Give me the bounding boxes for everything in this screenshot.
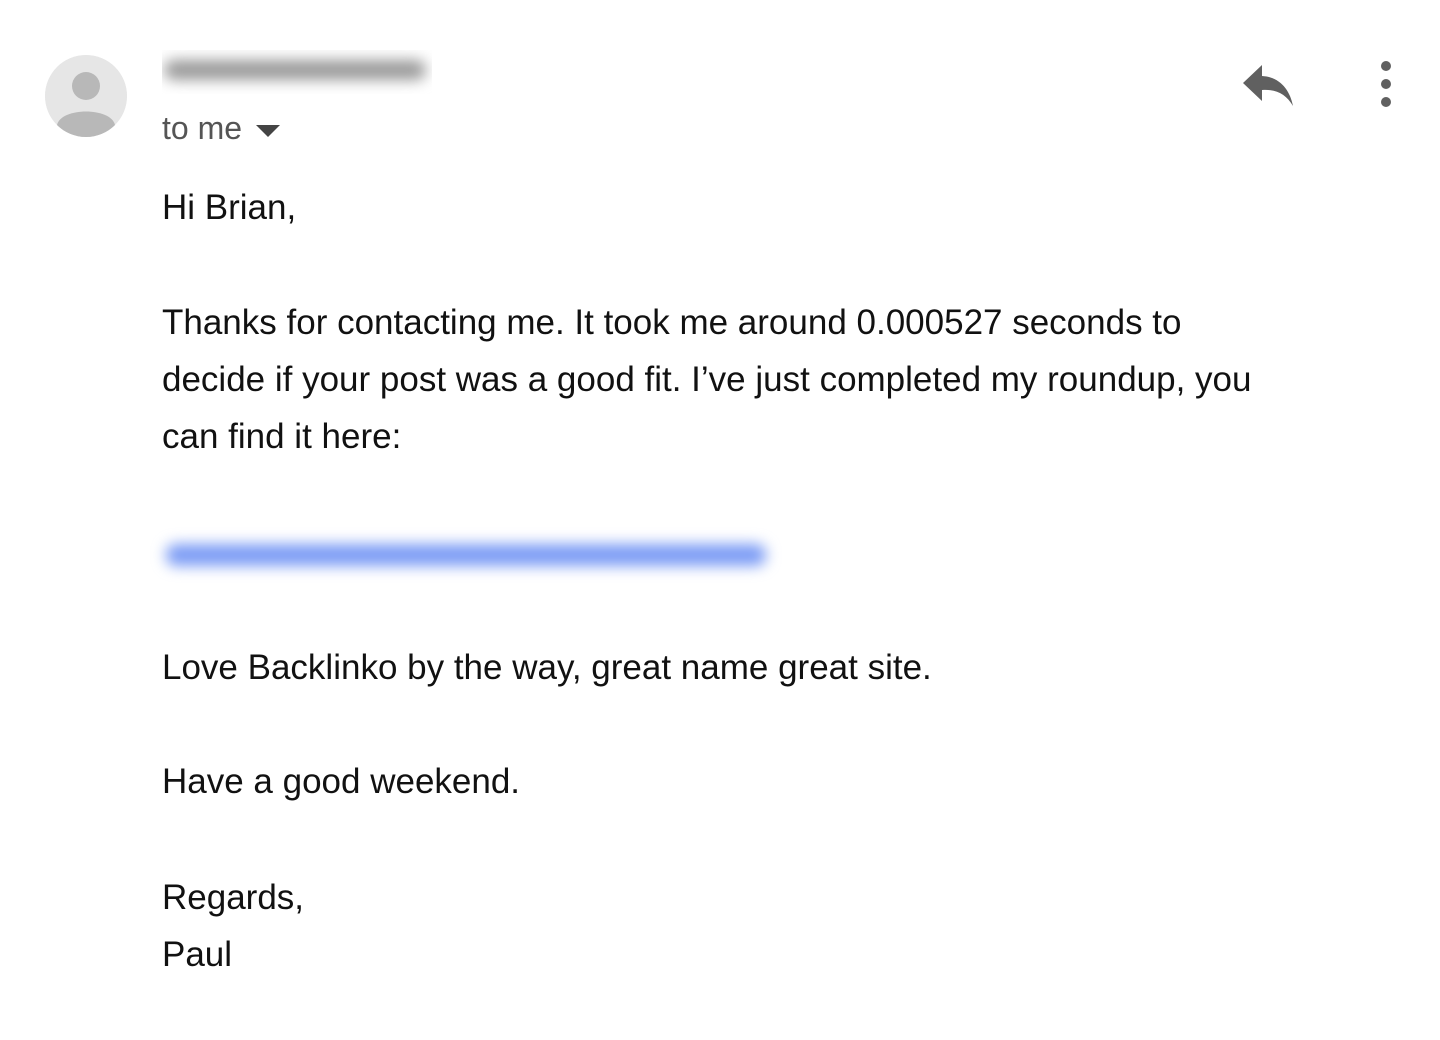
body-paragraph-2: Love Backlinko by the way, great name gr… xyxy=(162,648,932,687)
signature: Paul xyxy=(162,935,233,974)
body-paragraph-1-line-1: Thanks for contacting me. It took me aro… xyxy=(162,303,1182,342)
signoff: Regards, xyxy=(162,878,305,917)
more-options-button[interactable] xyxy=(1370,58,1402,112)
recipient-label: to me xyxy=(162,110,243,146)
sender-avatar[interactable] xyxy=(45,55,127,137)
more-vertical-icon xyxy=(1381,61,1391,107)
reply-button[interactable] xyxy=(1238,60,1298,110)
body-paragraph-3: Have a good weekend. xyxy=(162,762,521,801)
roundup-link-redacted[interactable] xyxy=(162,528,782,584)
person-avatar-icon xyxy=(45,55,127,137)
reply-icon xyxy=(1243,65,1293,106)
recipient-dropdown[interactable]: to me xyxy=(162,110,281,147)
caret-down-icon xyxy=(256,124,281,137)
body-paragraph-1-line-3: can find it here: xyxy=(162,417,402,456)
sender-name-redacted xyxy=(162,50,432,94)
body-paragraph-1-line-2: decide if your post was a good fit. I’ve… xyxy=(162,360,1252,399)
greeting: Hi Brian, xyxy=(162,188,297,227)
